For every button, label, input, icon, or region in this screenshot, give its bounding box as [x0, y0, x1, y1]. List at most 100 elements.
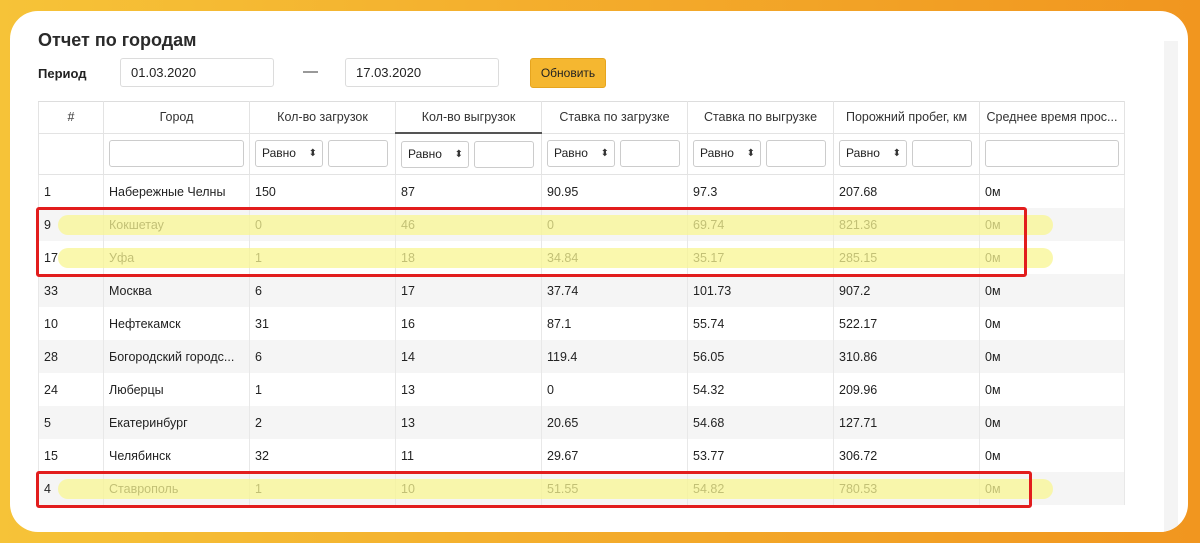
cell-unloads: 13 [395, 406, 542, 439]
table-row[interactable]: 10 Нефтекамск 31 16 87.1 55.74 522.17 0м [38, 307, 1125, 340]
cell-id: 15 [38, 439, 104, 472]
filter-operator-label: Равно [846, 146, 880, 161]
sort-arrows-icon: ⬍ [454, 148, 463, 160]
cell-avg-time: 0м [979, 373, 1125, 406]
column-header-5[interactable]: Ставка по выгрузке [687, 101, 834, 134]
report-panel: Отчет по городам Период — Обновить #Горо… [36, 11, 1164, 532]
cell-avg-time: 0м [979, 174, 1125, 208]
scroll-fade [38, 509, 1164, 532]
filter-cell-5: Равно ⬍ [687, 132, 834, 175]
filter-value-input[interactable] [766, 140, 826, 168]
cell-avg-time: 0м [979, 472, 1125, 505]
cell-load-rate: 51.55 [541, 472, 688, 505]
filter-cell-4: Равно ⬍ [541, 132, 688, 175]
cell-unload-rate: 35.17 [687, 241, 834, 274]
table-row[interactable]: 33 Москва 6 17 37.74 101.73 907.2 0м [38, 274, 1125, 307]
filter-operator-label: Равно [554, 146, 588, 161]
cell-unload-rate: 53.77 [687, 439, 834, 472]
cell-loads: 31 [249, 307, 396, 340]
filter-value-input[interactable] [474, 140, 534, 168]
filter-cell-1 [103, 132, 250, 175]
filter-operator-select[interactable]: Равно ⬍ [693, 140, 761, 168]
cell-unloads: 16 [395, 307, 542, 340]
filter-cell-2: Равно ⬍ [249, 132, 396, 175]
filter-cell-3: Равно ⬍ [395, 132, 542, 175]
table-row[interactable]: 1 Набережные Челны 150 87 90.95 97.3 207.68 0м [38, 174, 1125, 208]
column-header-1[interactable]: Город [103, 101, 250, 134]
cell-empty-run: 127.71 [833, 406, 980, 439]
table-row[interactable]: 28 Богородский городс... 6 14 119.4 56.05 310.… [38, 340, 1125, 373]
filter-text-input[interactable] [985, 140, 1119, 168]
cell-empty-run: 780.53 [833, 472, 980, 505]
page-title: Отчет по городам [38, 30, 197, 50]
filter-value-input[interactable] [912, 140, 972, 168]
filter-operator-select[interactable]: Равно ⬍ [839, 140, 907, 168]
filter-text-input[interactable] [109, 140, 244, 168]
cell-city: Ставрополь [103, 472, 250, 505]
scrollbar-track[interactable] [1164, 41, 1178, 531]
table-row[interactable]: 4 Ставрополь 1 10 51.55 54.82 780.53 0м [38, 472, 1125, 505]
filter-operator-label: Равно [408, 146, 442, 161]
cities-report-table: # Город Кол-во загрузок Кол-во выгрузок Став… [38, 101, 1125, 505]
table-row[interactable]: 17 Уфа 1 18 34.84 35.17 285.15 0м [38, 241, 1125, 274]
period-label: Период [38, 66, 87, 81]
cell-unloads: 17 [395, 274, 542, 307]
cell-id: 24 [38, 373, 104, 406]
cell-empty-run: 207.68 [833, 174, 980, 208]
cell-avg-time: 0м [979, 340, 1125, 373]
cell-loads: 32 [249, 439, 396, 472]
sort-arrows-icon: ⬍ [746, 148, 755, 160]
table-row[interactable]: 5 Екатеринбург 2 13 20.65 54.68 127.71 0м [38, 406, 1125, 439]
cell-unloads: 10 [395, 472, 542, 505]
cell-city: Люберцы [103, 373, 250, 406]
cell-avg-time: 0м [979, 274, 1125, 307]
cell-unload-rate: 54.32 [687, 373, 834, 406]
cell-unload-rate: 101.73 [687, 274, 834, 307]
cell-city: Кокшетау [103, 208, 250, 241]
cell-unload-rate: 97.3 [687, 174, 834, 208]
cell-unloads: 14 [395, 340, 542, 373]
cell-avg-time: 0м [979, 241, 1125, 274]
cell-id: 28 [38, 340, 104, 373]
cell-load-rate: 90.95 [541, 174, 688, 208]
cell-id: 5 [38, 406, 104, 439]
filter-value-input[interactable] [328, 140, 388, 168]
period-separator: — [303, 63, 318, 80]
table-row[interactable]: 9 Кокшетау 0 46 0 69.74 821.36 0м [38, 208, 1125, 241]
cell-id: 10 [38, 307, 104, 340]
cell-id: 9 [38, 208, 104, 241]
column-header-4[interactable]: Ставка по загрузке [541, 101, 688, 134]
cell-unloads: 46 [395, 208, 542, 241]
cell-avg-time: 0м [979, 208, 1125, 241]
cell-id: 33 [38, 274, 104, 307]
column-header-2[interactable]: Кол-во загрузок [249, 101, 396, 134]
column-header-6[interactable]: Порожний пробег, км [833, 101, 980, 134]
cell-loads: 0 [249, 208, 396, 241]
filter-value-input[interactable] [620, 140, 680, 168]
column-header-3[interactable]: Кол-во выгрузок [395, 101, 542, 134]
cell-empty-run: 522.17 [833, 307, 980, 340]
cell-unloads: 11 [395, 439, 542, 472]
cell-load-rate: 37.74 [541, 274, 688, 307]
sort-arrows-icon: ⬍ [308, 148, 317, 160]
cell-load-rate: 0 [541, 208, 688, 241]
filter-operator-select[interactable]: Равно ⬍ [547, 140, 615, 168]
refresh-button[interactable]: Обновить [530, 58, 606, 88]
filter-operator-select[interactable]: Равно ⬍ [401, 140, 469, 168]
cell-unloads: 87 [395, 174, 542, 208]
cell-city: Набережные Челны [103, 174, 250, 208]
filter-operator-label: Равно [700, 146, 734, 161]
column-header-7[interactable]: Среднее время прос... [979, 101, 1125, 134]
cell-load-rate: 0 [541, 373, 688, 406]
filter-operator-select[interactable]: Равно ⬍ [255, 140, 323, 168]
cell-loads: 2 [249, 406, 396, 439]
cell-loads: 6 [249, 274, 396, 307]
table-row[interactable]: 15 Челябинск 32 11 29.67 53.77 306.72 0м [38, 439, 1125, 472]
period-from-input[interactable] [120, 58, 274, 87]
period-to-input[interactable] [345, 58, 499, 87]
column-header-0[interactable]: # [38, 101, 104, 134]
cell-city: Нефтекамск [103, 307, 250, 340]
cell-avg-time: 0м [979, 406, 1125, 439]
table-row[interactable]: 24 Люберцы 1 13 0 54.32 209.96 0м [38, 373, 1125, 406]
cell-city: Екатеринбург [103, 406, 250, 439]
